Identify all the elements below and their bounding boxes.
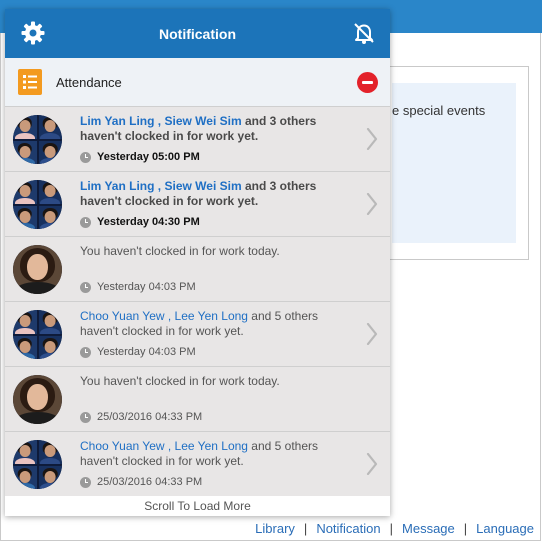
timestamp: 25/03/2016 04:33 PM	[97, 476, 203, 488]
notification-time: Yesterday 04:03 PM	[80, 346, 196, 358]
popup-header: Notification	[5, 9, 390, 58]
footer-separator: |	[389, 521, 394, 536]
name-separator: ,	[164, 309, 175, 323]
footer-link-language[interactable]: Language	[476, 521, 534, 536]
scroll-to-load-more[interactable]: Scroll To Load More	[5, 496, 390, 516]
notification-time: Yesterday 04:30 PM	[80, 216, 200, 228]
notification-popup: Notification Attendance Lim Yan Ling , S…	[5, 9, 390, 516]
chevron-right-icon[interactable]	[366, 127, 378, 151]
list-icon	[18, 69, 42, 95]
footer-link-notification[interactable]: Notification	[316, 521, 380, 536]
employee-name-link[interactable]: Lim Yan Ling	[80, 114, 154, 128]
employee-name-link[interactable]: Siew Wei Sim	[164, 114, 241, 128]
clock-icon	[80, 151, 91, 163]
clock-icon	[80, 346, 91, 358]
notification-item[interactable]: Choo Yuan Yew , Lee Yen Long and 5 other…	[5, 432, 390, 497]
user-avatar	[13, 245, 62, 294]
notification-item[interactable]: Lim Yan Ling , Siew Wei Sim and 3 others…	[5, 107, 390, 172]
notification-item[interactable]: Choo Yuan Yew , Lee Yen Long and 5 other…	[5, 302, 390, 367]
timestamp: Yesterday 04:03 PM	[97, 281, 196, 293]
notification-time: Yesterday 05:00 PM	[80, 151, 200, 163]
section-title: Attendance	[56, 74, 122, 90]
clock-icon	[80, 216, 91, 228]
events-card-text: e special events	[392, 103, 486, 118]
name-separator: ,	[164, 439, 175, 453]
name-separator: ,	[154, 179, 165, 193]
group-avatar	[13, 310, 62, 359]
employee-name-link[interactable]: Choo Yuan Yew	[80, 309, 165, 323]
notification-item[interactable]: You haven't clocked in for work today. 25…	[5, 367, 390, 432]
bell-off-icon[interactable]	[352, 21, 376, 45]
notification-time: 25/03/2016 04:33 PM	[80, 411, 202, 423]
footer-links: Library | Notification | Message | Langu…	[255, 521, 534, 536]
timestamp: 25/03/2016 04:33 PM	[97, 411, 203, 423]
timestamp: Yesterday 04:30 PM	[97, 216, 200, 228]
name-separator: ,	[154, 114, 165, 128]
footer-separator: |	[303, 521, 308, 536]
notification-time: 25/03/2016 04:33 PM	[80, 476, 202, 488]
notification-message: Choo Yuan Yew , Lee Yen Long and 5 other…	[80, 309, 348, 339]
notification-item[interactable]: Lim Yan Ling , Siew Wei Sim and 3 others…	[5, 172, 390, 237]
notification-message: Lim Yan Ling , Siew Wei Sim and 3 others…	[80, 179, 348, 209]
chevron-right-icon[interactable]	[366, 322, 378, 346]
notification-list: Lim Yan Ling , Siew Wei Sim and 3 others…	[5, 107, 390, 497]
group-avatar	[13, 440, 62, 489]
clock-icon	[80, 411, 91, 423]
notification-message: Choo Yuan Yew , Lee Yen Long and 5 other…	[80, 439, 348, 469]
footer-link-library[interactable]: Library	[255, 521, 295, 536]
user-avatar	[13, 375, 62, 424]
notification-message: Lim Yan Ling , Siew Wei Sim and 3 others…	[80, 114, 348, 144]
notification-message: You haven't clocked in for work today.	[80, 244, 348, 259]
group-avatar	[13, 180, 62, 229]
employee-name-link[interactable]: Siew Wei Sim	[164, 179, 241, 193]
footer-link-message[interactable]: Message	[402, 521, 455, 536]
notification-message: You haven't clocked in for work today.	[80, 374, 348, 389]
employee-name-link[interactable]: Lee Yen Long	[175, 439, 248, 453]
timestamp: Yesterday 04:03 PM	[97, 346, 196, 358]
timestamp: Yesterday 05:00 PM	[97, 151, 200, 163]
footer-separator: |	[463, 521, 468, 536]
clock-icon	[80, 281, 91, 293]
attendance-section-header[interactable]: Attendance	[5, 58, 390, 107]
chevron-right-icon[interactable]	[366, 452, 378, 476]
employee-name-link[interactable]: Lim Yan Ling	[80, 179, 154, 193]
employee-name-link[interactable]: Lee Yen Long	[175, 309, 248, 323]
employee-name-link[interactable]: Choo Yuan Yew	[80, 439, 165, 453]
clock-icon	[80, 476, 91, 488]
notification-time: Yesterday 04:03 PM	[80, 281, 196, 293]
popup-title: Notification	[159, 25, 236, 42]
notification-text: You haven't clocked in for work today.	[80, 374, 280, 388]
chevron-right-icon[interactable]	[366, 192, 378, 216]
notification-text: You haven't clocked in for work today.	[80, 244, 280, 258]
group-avatar	[13, 115, 62, 164]
gear-icon[interactable]	[21, 21, 45, 45]
collapse-button[interactable]	[357, 72, 378, 93]
notification-item[interactable]: You haven't clocked in for work today. Ye…	[5, 237, 390, 302]
